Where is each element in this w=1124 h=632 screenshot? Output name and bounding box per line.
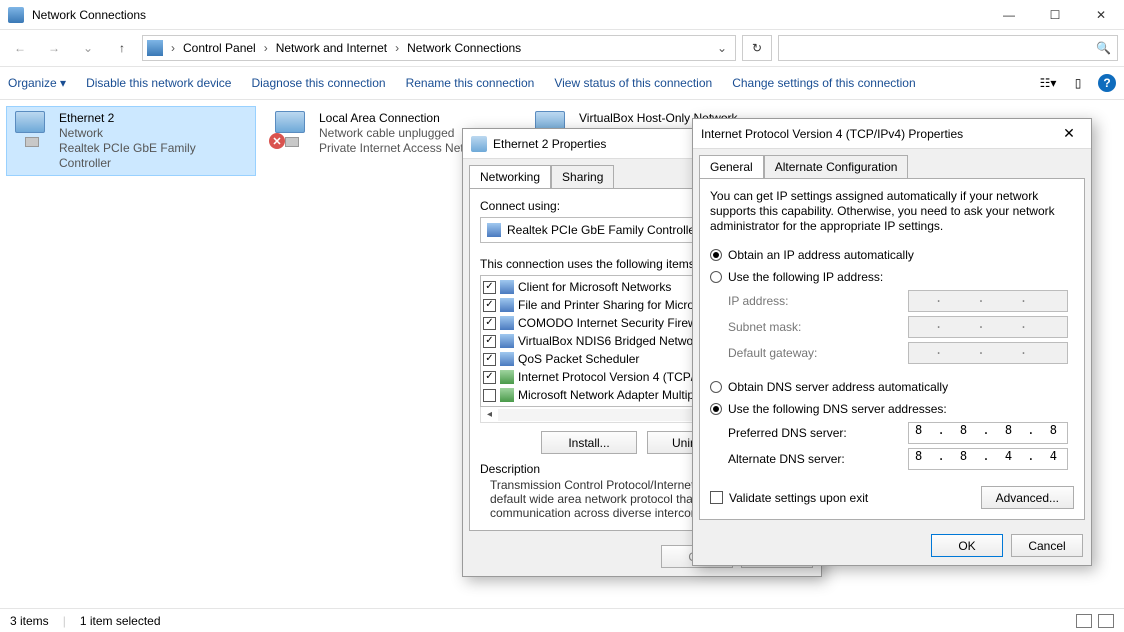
adapter-status: Network [59, 126, 251, 141]
component-icon [500, 370, 514, 384]
component-icon [500, 352, 514, 366]
validate-checkbox[interactable] [710, 491, 723, 504]
view-options-icon[interactable]: ☷▾ [1038, 73, 1058, 93]
radio-icon [710, 381, 722, 393]
search-icon: 🔍 [1096, 41, 1111, 55]
window-title: Network Connections [32, 8, 146, 22]
adapter-name: Local Area Connection [319, 111, 489, 126]
dialog-title: Internet Protocol Version 4 (TCP/IPv4) P… [701, 127, 963, 141]
recent-dropdown[interactable]: ⌄ [74, 34, 102, 62]
forward-button[interactable]: → [40, 34, 68, 62]
alternate-dns-input[interactable]: 8 . 8 . 4 . 4 [908, 448, 1068, 470]
preview-pane-icon[interactable]: ▯ [1068, 73, 1088, 93]
window-titlebar: Network Connections — ☐ ✕ [0, 0, 1124, 30]
tab-alternate[interactable]: Alternate Configuration [764, 155, 909, 178]
up-button[interactable]: ↑ [108, 34, 136, 62]
checkbox-icon[interactable] [483, 281, 496, 294]
checkbox-icon[interactable] [483, 389, 496, 402]
address-dropdown[interactable]: ⌄ [713, 41, 731, 55]
cmd-rename[interactable]: Rename this connection [406, 76, 535, 90]
ipv4-properties-dialog: Internet Protocol Version 4 (TCP/IPv4) P… [692, 118, 1092, 566]
address-bar[interactable]: Control Panel Network and Internet Netwo… [142, 35, 736, 61]
network-adapter-icon: ✕ [271, 111, 311, 147]
app-icon [8, 7, 24, 23]
checkbox-icon[interactable] [483, 371, 496, 384]
refresh-button[interactable]: ↻ [742, 35, 772, 61]
cmd-diagnose[interactable]: Diagnose this connection [251, 76, 385, 90]
adapter-item-ethernet2[interactable]: Ethernet 2 Network Realtek PCIe GbE Fami… [6, 106, 256, 176]
radio-icon [710, 249, 722, 261]
component-icon [500, 298, 514, 312]
close-button[interactable]: ✕ [1078, 0, 1124, 30]
status-count: 3 items [10, 614, 49, 628]
blurb-text: You can get IP settings assigned automat… [710, 189, 1074, 234]
radio-auto-dns[interactable]: Obtain DNS server address automatically [710, 376, 1074, 398]
component-icon [500, 316, 514, 330]
checkbox-icon[interactable] [483, 335, 496, 348]
checkbox-icon[interactable] [483, 299, 496, 312]
subnet-mask-input: . . . [908, 316, 1068, 338]
cancel-button[interactable]: Cancel [1011, 534, 1083, 557]
error-badge-icon: ✕ [269, 133, 285, 149]
radio-icon [710, 403, 722, 415]
nav-bar: ← → ⌄ ↑ Control Panel Network and Intern… [0, 30, 1124, 66]
label-validate: Validate settings upon exit [729, 491, 868, 505]
tab-networking[interactable]: Networking [469, 165, 551, 188]
help-icon[interactable]: ? [1098, 74, 1116, 92]
dialog-title: Ethernet 2 Properties [493, 137, 606, 151]
status-selected: 1 item selected [80, 614, 161, 628]
breadcrumb-1[interactable]: Control Panel [183, 41, 256, 55]
breadcrumb-2[interactable]: Network and Internet [276, 41, 387, 55]
radio-manual-ip[interactable]: Use the following IP address: [710, 266, 1074, 288]
cmd-change-settings[interactable]: Change settings of this connection [732, 76, 915, 90]
radio-icon [710, 271, 722, 283]
checkbox-icon[interactable] [483, 353, 496, 366]
minimize-button[interactable]: — [986, 0, 1032, 30]
component-icon [500, 388, 514, 402]
label-preferred-dns: Preferred DNS server: [728, 426, 908, 440]
radio-manual-dns[interactable]: Use the following DNS server addresses: [710, 398, 1074, 420]
gateway-input: . . . [908, 342, 1068, 364]
label-ip: IP address: [728, 294, 908, 308]
preferred-dns-input[interactable]: 8 . 8 . 8 . 8 [908, 422, 1068, 444]
component-icon [500, 334, 514, 348]
network-adapter-icon [11, 111, 51, 147]
adapter-select-value: Realtek PCIe GbE Family Controller [507, 223, 699, 237]
view-large-icon[interactable] [1098, 614, 1114, 628]
maximize-button[interactable]: ☐ [1032, 0, 1078, 30]
label-alternate-dns: Alternate DNS server: [728, 452, 908, 466]
adapter-name: Ethernet 2 [59, 111, 251, 126]
status-bar: 3 items | 1 item selected [0, 608, 1124, 632]
tab-general[interactable]: General [699, 155, 764, 178]
ok-button[interactable]: OK [931, 534, 1003, 557]
command-bar: Organize ▾ Disable this network device D… [0, 66, 1124, 100]
cmd-view-status[interactable]: View status of this connection [554, 76, 712, 90]
back-button[interactable]: ← [6, 34, 34, 62]
tab-sharing[interactable]: Sharing [551, 165, 614, 188]
breadcrumb-3[interactable]: Network Connections [407, 41, 521, 55]
advanced-button[interactable]: Advanced... [981, 486, 1074, 509]
label-mask: Subnet mask: [728, 320, 908, 334]
location-icon [147, 40, 163, 56]
dialog-close-button[interactable]: ✕ [1055, 125, 1083, 142]
adapter-mini-icon [487, 223, 501, 237]
dialog-icon [471, 136, 487, 152]
search-input[interactable]: 🔍 [778, 35, 1118, 61]
organize-menu[interactable]: Organize ▾ [8, 76, 66, 90]
label-gateway: Default gateway: [728, 346, 908, 360]
radio-auto-ip[interactable]: Obtain an IP address automatically [710, 244, 1074, 266]
cmd-disable[interactable]: Disable this network device [86, 76, 231, 90]
component-icon [500, 280, 514, 294]
install-button[interactable]: Install... [541, 431, 637, 454]
adapter-desc: Realtek PCIe GbE Family Controller [59, 141, 251, 171]
ip-address-input: . . . [908, 290, 1068, 312]
checkbox-icon[interactable] [483, 317, 496, 330]
view-details-icon[interactable] [1076, 614, 1092, 628]
